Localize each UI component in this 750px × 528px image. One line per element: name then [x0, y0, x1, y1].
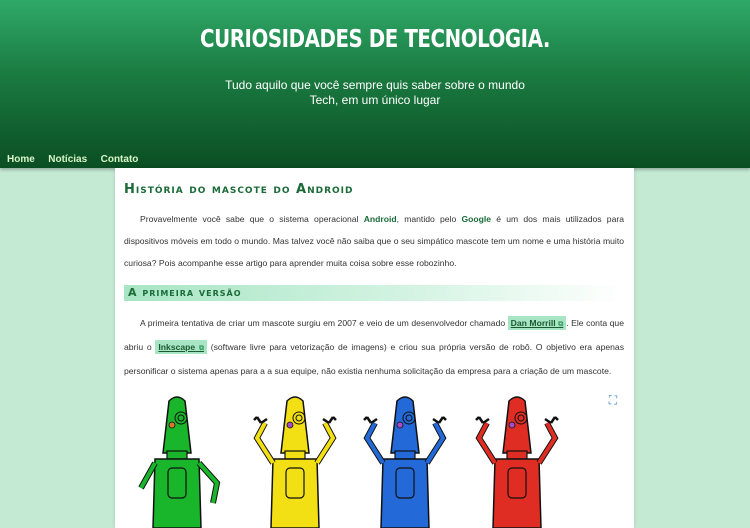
intro-text-2: , mantido pelo	[396, 214, 462, 224]
section-title: A primeira versão	[128, 286, 242, 299]
inkscape-label: Inkscape	[158, 342, 196, 352]
robot-1	[138, 396, 221, 528]
site-title: CURIOSIDADES DE TECNOLOGIA.	[200, 24, 550, 53]
dan-morrill-label: Dan Morrill	[510, 318, 556, 328]
external-link-icon: ⧉	[198, 345, 204, 352]
external-link-icon: ⧉	[558, 321, 564, 328]
p2-text-1: A primeira tentativa de criar um mascote…	[140, 318, 508, 328]
nav-home[interactable]: Home	[7, 154, 35, 165]
section-header: A primeira versão	[124, 285, 624, 301]
inkscape-link[interactable]: Inkscape ⧉	[155, 340, 207, 354]
robot-4	[475, 396, 559, 528]
intro-paragraph: Provavelmente você sabe que o sistema op…	[124, 208, 624, 274]
article-container: História do mascote do Android Provavelm…	[115, 168, 634, 528]
first-version-paragraph: A primeira tentativa de criar um mascote…	[124, 312, 624, 382]
dan-morrill-link[interactable]: Dan Morrill ⧉	[507, 316, 567, 330]
android-keyword: Android	[363, 214, 397, 224]
main-nav: Home Notícias Contato	[7, 149, 147, 167]
google-keyword: Google	[461, 214, 492, 224]
robot-3	[363, 396, 447, 528]
nav-noticias[interactable]: Notícias	[48, 154, 87, 165]
robot-2	[253, 396, 337, 528]
intro-text-1: Provavelmente você sabe que o sistema op…	[140, 214, 364, 224]
site-header: CURIOSIDADES DE TECNOLOGIA. Tudo aquilo …	[0, 0, 750, 168]
site-subtitle: Tudo aquilo que você sempre quis saber s…	[225, 78, 525, 107]
nav-contato[interactable]: Contato	[101, 154, 139, 165]
article-title: História do mascote do Android	[124, 182, 354, 197]
mascot-image	[138, 396, 559, 528]
